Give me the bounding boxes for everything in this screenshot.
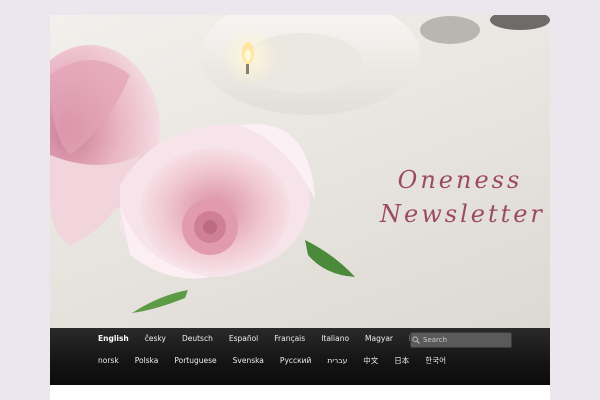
site-title[interactable]: Oneness Newsletter xyxy=(380,163,545,231)
search-box[interactable] xyxy=(410,332,512,348)
nav-row-2: norsk Polska Portuguese Svenska Русский … xyxy=(90,350,454,372)
header-banner[interactable]: Oneness Newsletter xyxy=(50,15,550,328)
nav-item-polish[interactable]: Polska xyxy=(127,350,167,372)
language-nav: English česky Deutsch Español Français I… xyxy=(50,328,550,385)
nav-item-french[interactable]: Français xyxy=(266,328,313,350)
site-title-line2: Newsletter xyxy=(380,200,545,228)
nav-item-russian[interactable]: Русский xyxy=(272,350,320,372)
site-title-line1: Oneness xyxy=(397,166,523,194)
nav-item-korean[interactable]: 한국어 xyxy=(417,350,454,372)
content-area xyxy=(50,385,550,400)
search-input[interactable] xyxy=(421,336,509,344)
search-icon[interactable] xyxy=(411,333,421,347)
nav-item-spanish[interactable]: Español xyxy=(221,328,266,350)
nav-item-italian[interactable]: Italiano xyxy=(313,328,357,350)
nav-item-swedish[interactable]: Svenska xyxy=(225,350,272,372)
nav-item-hungarian[interactable]: Magyar xyxy=(357,328,401,350)
nav-item-portuguese[interactable]: Portuguese xyxy=(166,350,224,372)
nav-item-japanese[interactable]: 日本 xyxy=(386,350,417,372)
nav-item-german[interactable]: Deutsch xyxy=(174,328,221,350)
page-container: Oneness Newsletter English česky Deutsch… xyxy=(50,15,550,400)
nav-row-1: English česky Deutsch Español Français I… xyxy=(90,328,460,350)
nav-item-hebrew[interactable]: עברית xyxy=(319,350,355,372)
nav-item-english[interactable]: English xyxy=(90,328,137,350)
nav-item-norwegian[interactable]: norsk xyxy=(90,350,127,372)
nav-item-czech[interactable]: česky xyxy=(137,328,174,350)
nav-item-chinese[interactable]: 中文 xyxy=(355,350,386,372)
